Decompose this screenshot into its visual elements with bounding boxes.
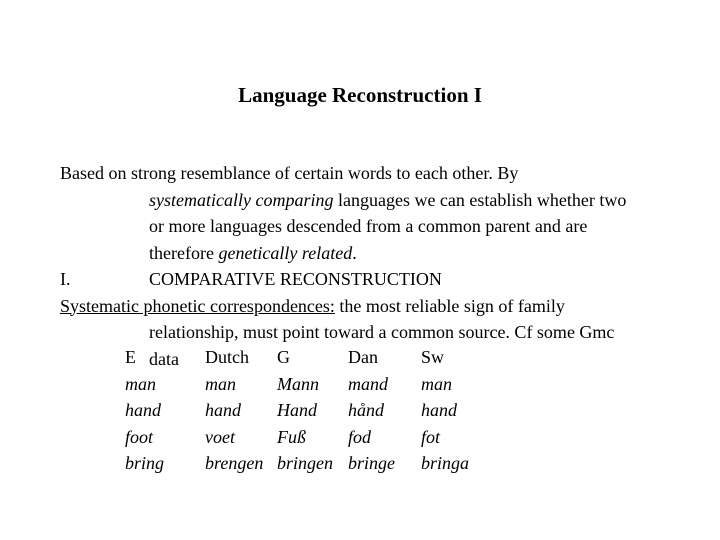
intro-line-1: Based on strong resemblance of certain w… [60, 160, 680, 187]
intro-text: therefore [149, 242, 219, 263]
table-cell: foot [125, 426, 154, 447]
correspondences-text: data [149, 348, 179, 369]
slide: Language Reconstruction I Based on stron… [0, 0, 720, 540]
intro-line-2: systematically comparing languages we ca… [60, 187, 680, 214]
slide-body: Based on strong resemblance of certain w… [60, 160, 680, 372]
column-header-danish: Dan [348, 347, 378, 367]
correspondences-line-1: Systematic phonetic correspondences: the… [60, 293, 680, 320]
section-heading: I. COMPARATIVE RECONSTRUCTION [60, 266, 680, 293]
emphasis-genetically-related: genetically related [218, 242, 353, 263]
column-header-english: E [125, 347, 136, 367]
intro-text: languages we can establish whether two [333, 189, 627, 210]
table-cell: man [125, 373, 156, 394]
intro-line-4: therefore genetically related. [60, 240, 680, 267]
correspondences-line-2: relationship, must point toward a common… [60, 319, 680, 346]
table-cell: bring [125, 453, 165, 473]
correspondences-text: relationship, must point toward a common… [149, 322, 615, 342]
column-header-german: G [277, 347, 290, 367]
table-cell: fot [421, 426, 441, 447]
table-cell: man [205, 373, 236, 394]
table-cell: hand [205, 400, 241, 420]
table-cell: Fuß [277, 426, 306, 447]
table-cell: fod [348, 426, 372, 447]
table-cell: hånd [348, 400, 384, 420]
intro-text: . [352, 242, 357, 263]
table-cell: hand [421, 400, 457, 420]
table-cell: man [421, 373, 452, 394]
table-cell: Mann [277, 373, 319, 394]
intro-text: or more languages descended from a commo… [149, 216, 588, 236]
correspondences-text: the most reliable sign of family [334, 295, 565, 316]
section-numeral: I. [60, 269, 71, 289]
intro-line-3: or more languages descended from a commo… [60, 213, 680, 240]
column-header-dutch: Dutch [205, 347, 249, 367]
section-heading-text: COMPARATIVE RECONSTRUCTION [149, 269, 442, 289]
correspondences-term: Systematic phonetic correspondences: [60, 295, 335, 316]
table-cell: mand [348, 373, 388, 394]
table-cell: brengen [205, 453, 264, 473]
table-cell: hand [125, 400, 161, 420]
table-cell: bringe [348, 453, 395, 473]
slide-title: Language Reconstruction I [238, 83, 482, 107]
table-cell: bringa [421, 453, 470, 473]
intro-text: Based on strong resemblance of certain w… [60, 163, 519, 183]
emphasis-systematically-comparing: systematically comparing [149, 189, 334, 210]
column-header-swedish: Sw [421, 347, 445, 367]
table-cell: voet [205, 426, 235, 447]
table-cell: Hand [277, 400, 317, 420]
table-cell: bringen [277, 453, 333, 473]
